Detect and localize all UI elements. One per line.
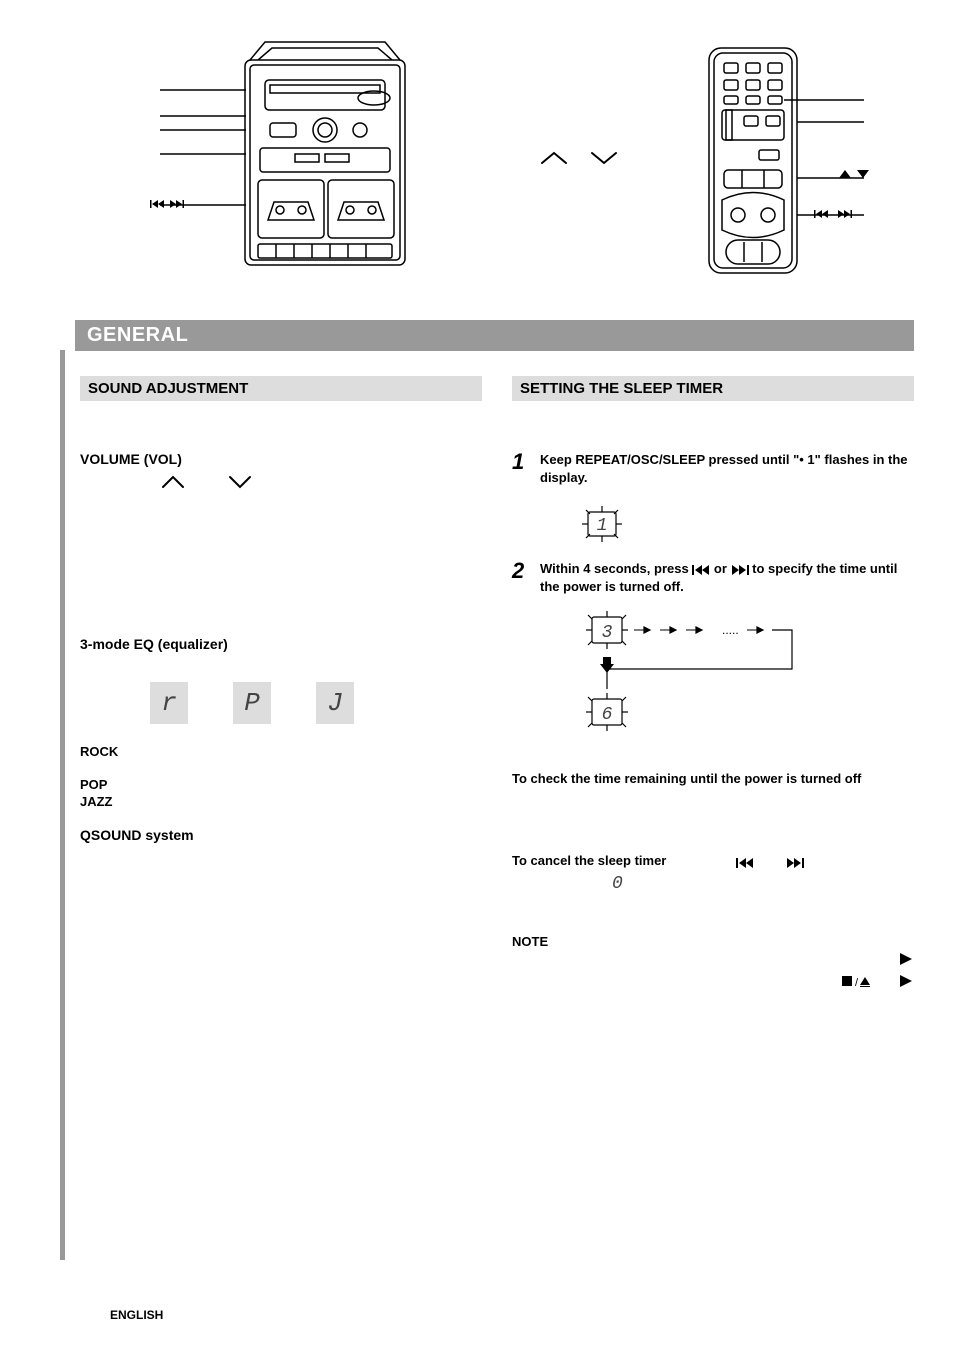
eq-mode-row: r P J	[150, 682, 482, 724]
page-left-rule	[60, 350, 65, 1260]
play-icon	[900, 953, 914, 965]
step-1-display-icon: 1	[572, 500, 914, 546]
svg-text:6: 6	[602, 705, 613, 725]
prev-next-icons	[150, 200, 184, 208]
cancel-timer-text: To cancel the sleep timer	[512, 853, 666, 868]
step-1-text: Keep REPEAT/OSC/SLEEP pressed until "• 1…	[540, 451, 914, 486]
svg-text:1: 1	[597, 516, 608, 536]
illustration-row	[60, 20, 914, 300]
step-2-row: 2 Within 4 seconds, press or to specify …	[512, 560, 914, 595]
qsound-label: QSOUND system	[80, 827, 482, 843]
step-2-number: 2	[512, 560, 532, 595]
prev-track-icon	[692, 565, 710, 575]
timer-sequence-diagram: 3 .....	[562, 609, 914, 749]
next-track-icon	[731, 565, 749, 575]
prev-next-icon-pair	[736, 858, 826, 870]
sleep-timer-header: SETTING THE SLEEP TIMER	[512, 376, 914, 401]
svg-text:3: 3	[602, 623, 613, 643]
svg-text:.....: .....	[722, 623, 739, 637]
eq-jazz-label: JAZZ	[80, 794, 482, 809]
volume-label: VOLUME (VOL)	[80, 451, 482, 467]
play-icon-2	[900, 975, 914, 987]
eq-glyph-pop: P	[233, 682, 271, 724]
chevron-up-down-icons	[537, 145, 627, 175]
stop-eject-play-row: /	[512, 975, 914, 987]
page-language-footnote: ENGLISH	[110, 1308, 163, 1322]
step-2-text: Within 4 seconds, press or to specify th…	[540, 560, 914, 595]
cancel-zero-glyph: 0	[612, 874, 666, 894]
stereo-unit-diagram	[150, 30, 490, 290]
eq-pop-label: POP	[80, 777, 482, 792]
sound-adjustment-header: SOUND ADJUSTMENT	[80, 376, 482, 401]
check-time-text: To check the time remaining until the po…	[512, 771, 914, 788]
eq-rock-label: ROCK	[80, 744, 482, 759]
general-heading: GENERAL	[87, 324, 188, 346]
remote-diagram	[674, 30, 874, 290]
step-1-row: 1 Keep REPEAT/OSC/SLEEP pressed until "•…	[512, 451, 914, 486]
eq-glyph-jazz: J	[316, 682, 354, 724]
stop-eject-icon: /	[842, 975, 870, 987]
svg-text:/: /	[855, 977, 859, 987]
eq-label: 3-mode EQ (equalizer)	[80, 636, 482, 652]
general-heading-bar: GENERAL	[75, 320, 914, 351]
sound-adjustment-column: SOUND ADJUSTMENT VOLUME (VOL) 3-mode EQ …	[80, 376, 482, 987]
sleep-timer-column: SETTING THE SLEEP TIMER 1 Keep REPEAT/OS…	[512, 376, 914, 987]
volume-chevrons	[160, 473, 260, 491]
note-label: NOTE	[512, 934, 548, 949]
eq-glyph-rock: r	[150, 682, 188, 724]
playback-icons-row	[512, 953, 914, 965]
step-1-number: 1	[512, 451, 532, 486]
